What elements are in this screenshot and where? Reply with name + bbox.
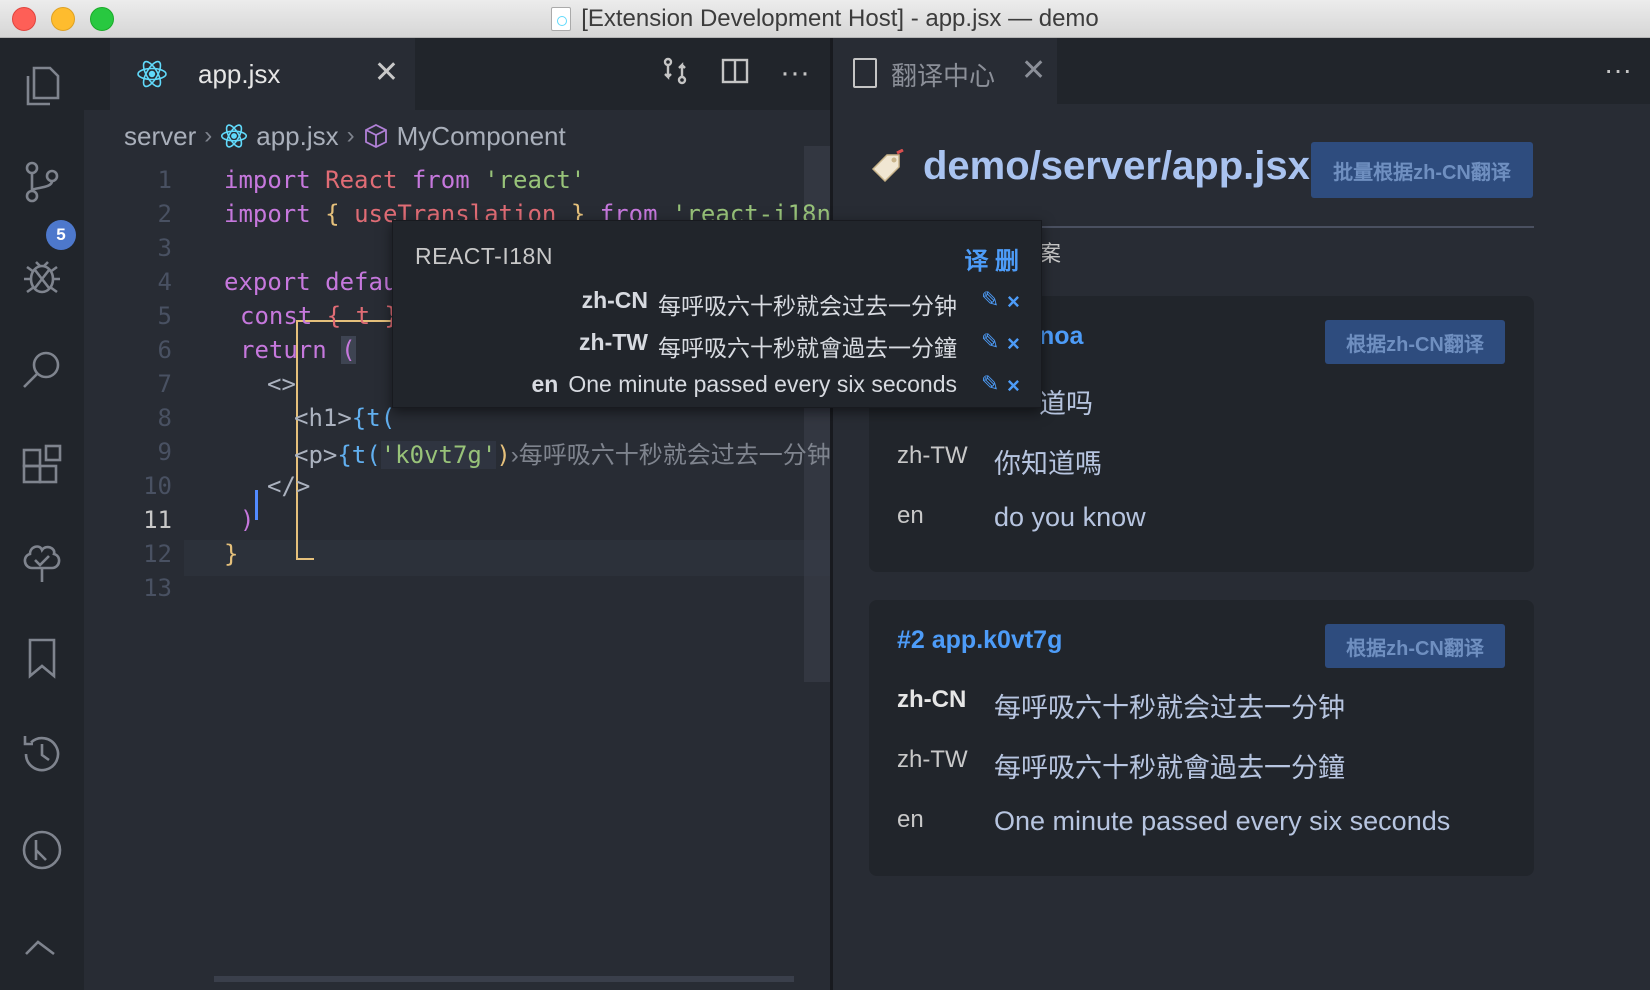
card-title[interactable]: #2 app.k0vt7g bbox=[897, 626, 1062, 655]
delete-icon[interactable]: × bbox=[1007, 373, 1020, 399]
code-line: 9 <p>{t('k0vt7g')›每呼吸六十秒就会过去一分钟}< bbox=[157, 438, 860, 469]
scm-badge: 5 bbox=[46, 220, 76, 250]
translation-card: #2 app.k0vt7g 根据zh-CN翻译 zh-CN 每呼吸六十秒就会过去… bbox=[869, 600, 1534, 876]
timeline-history-icon[interactable] bbox=[16, 728, 68, 780]
horizontal-scrollbar[interactable] bbox=[214, 976, 794, 982]
document-icon bbox=[551, 7, 572, 31]
react-file-icon bbox=[137, 60, 167, 88]
translation-row: zh-TW 你知道嗎 bbox=[897, 442, 1102, 479]
breadcrumb-symbol[interactable]: MyComponent bbox=[397, 121, 566, 152]
more-views-icon[interactable] bbox=[16, 908, 68, 960]
hover-translation-row: zh-TW 每呼吸六十秒就會過去一分鐘 bbox=[579, 329, 957, 361]
debug-icon[interactable] bbox=[16, 250, 68, 302]
symbol-component-icon bbox=[364, 123, 387, 149]
translation-row: zh-CN 每呼吸六十秒就会过去一分钟 bbox=[897, 686, 1345, 723]
test-tree-icon[interactable] bbox=[16, 536, 68, 588]
tab-close-icon[interactable]: ✕ bbox=[1021, 56, 1046, 86]
translate-from-zh-cn-button[interactable]: 根据zh-CN翻译 bbox=[1325, 624, 1505, 668]
editor-group: app.jsx ✕ ··· server › app.jsx › MyCompo… bbox=[84, 38, 874, 990]
tab-app-jsx[interactable]: app.jsx ✕ bbox=[110, 38, 415, 110]
panel-tab-bar: 翻译中心 ✕ ··· bbox=[833, 38, 1650, 104]
tab-label: 翻译中心 bbox=[891, 61, 996, 91]
code-line: 10 </> bbox=[143, 472, 311, 500]
translation-row: en do you know bbox=[897, 502, 1146, 532]
batch-translate-button[interactable]: 批量根据zh-CN翻译 bbox=[1311, 142, 1533, 198]
code-line: 11 ) bbox=[143, 506, 255, 534]
title-bar: [Extension Development Host] - app.jsx —… bbox=[0, 0, 1650, 38]
chevron-right-icon: › bbox=[346, 122, 355, 149]
search-icon[interactable] bbox=[16, 344, 68, 396]
more-actions-icon[interactable]: ··· bbox=[1604, 54, 1632, 86]
tab-label: app.jsx bbox=[198, 58, 281, 89]
tag-icon bbox=[871, 148, 904, 182]
activity-bar: 5 bbox=[0, 38, 84, 990]
more-actions-icon[interactable]: ··· bbox=[778, 56, 812, 90]
translation-center-panel: 翻译中心 ✕ ··· demo/server/app.jsx 批量根据zh-CN… bbox=[833, 38, 1650, 990]
card-title[interactable]: noa bbox=[1039, 322, 1083, 351]
edit-icon[interactable]: ✎ bbox=[981, 287, 999, 313]
open-changes-icon[interactable] bbox=[658, 56, 692, 90]
window-title: [Extension Development Host] - app.jsx —… bbox=[581, 5, 1099, 32]
source-control-icon[interactable] bbox=[16, 156, 68, 208]
hover-header: REACT-I18N bbox=[415, 243, 553, 269]
breadcrumb-folder[interactable]: server bbox=[124, 121, 196, 152]
translation-row: 道吗 bbox=[1039, 389, 1093, 419]
explorer-icon[interactable] bbox=[16, 60, 68, 112]
hover-translation-row: zh-CN 每呼吸六十秒就会过去一分钟 bbox=[581, 287, 957, 319]
delete-icon[interactable]: × bbox=[1007, 331, 1020, 357]
breadcrumb: server › app.jsx › MyComponent bbox=[124, 116, 566, 156]
file-icon bbox=[853, 58, 877, 88]
code-line: 1 import React from 'react' bbox=[157, 166, 586, 194]
edit-icon[interactable]: ✎ bbox=[981, 371, 999, 397]
extensions-icon[interactable] bbox=[16, 440, 68, 492]
breadcrumb-file[interactable]: app.jsx bbox=[256, 121, 338, 152]
split-editor-icon[interactable] bbox=[718, 56, 752, 90]
tab-translation-center[interactable]: 翻译中心 ✕ bbox=[833, 38, 1057, 104]
tab-close-icon[interactable]: ✕ bbox=[374, 58, 399, 88]
translate-from-zh-cn-button[interactable]: 根据zh-CN翻译 bbox=[1325, 320, 1505, 364]
bookmark-icon[interactable] bbox=[16, 632, 68, 684]
section-label: 案 bbox=[1039, 241, 1062, 266]
delete-icon[interactable]: × bbox=[1007, 289, 1020, 315]
translation-row: zh-TW 每呼吸六十秒就會過去一分鐘 bbox=[897, 746, 1345, 783]
code-line: 12 } bbox=[143, 540, 239, 568]
hover-translate-delete-links[interactable]: 译 删 bbox=[964, 241, 1019, 276]
react-file-icon bbox=[221, 124, 248, 148]
page-title: demo/server/app.jsx bbox=[923, 144, 1310, 188]
text-cursor bbox=[255, 490, 258, 520]
code-line: 13 bbox=[143, 574, 172, 602]
translation-row: en One minute passed every six seconds bbox=[897, 806, 1451, 836]
git-graph-icon[interactable] bbox=[16, 824, 68, 876]
editor-tab-bar: app.jsx ✕ ··· bbox=[84, 38, 874, 110]
edit-icon[interactable]: ✎ bbox=[981, 329, 999, 355]
hover-translation-row: en One minute passed every six seconds bbox=[531, 371, 958, 397]
chevron-right-icon: › bbox=[204, 122, 213, 149]
i18n-hover-popup: REACT-I18N 译 删 zh-CN 每呼吸六十秒就会过去一分钟 ✎ × zh… bbox=[392, 220, 1042, 408]
